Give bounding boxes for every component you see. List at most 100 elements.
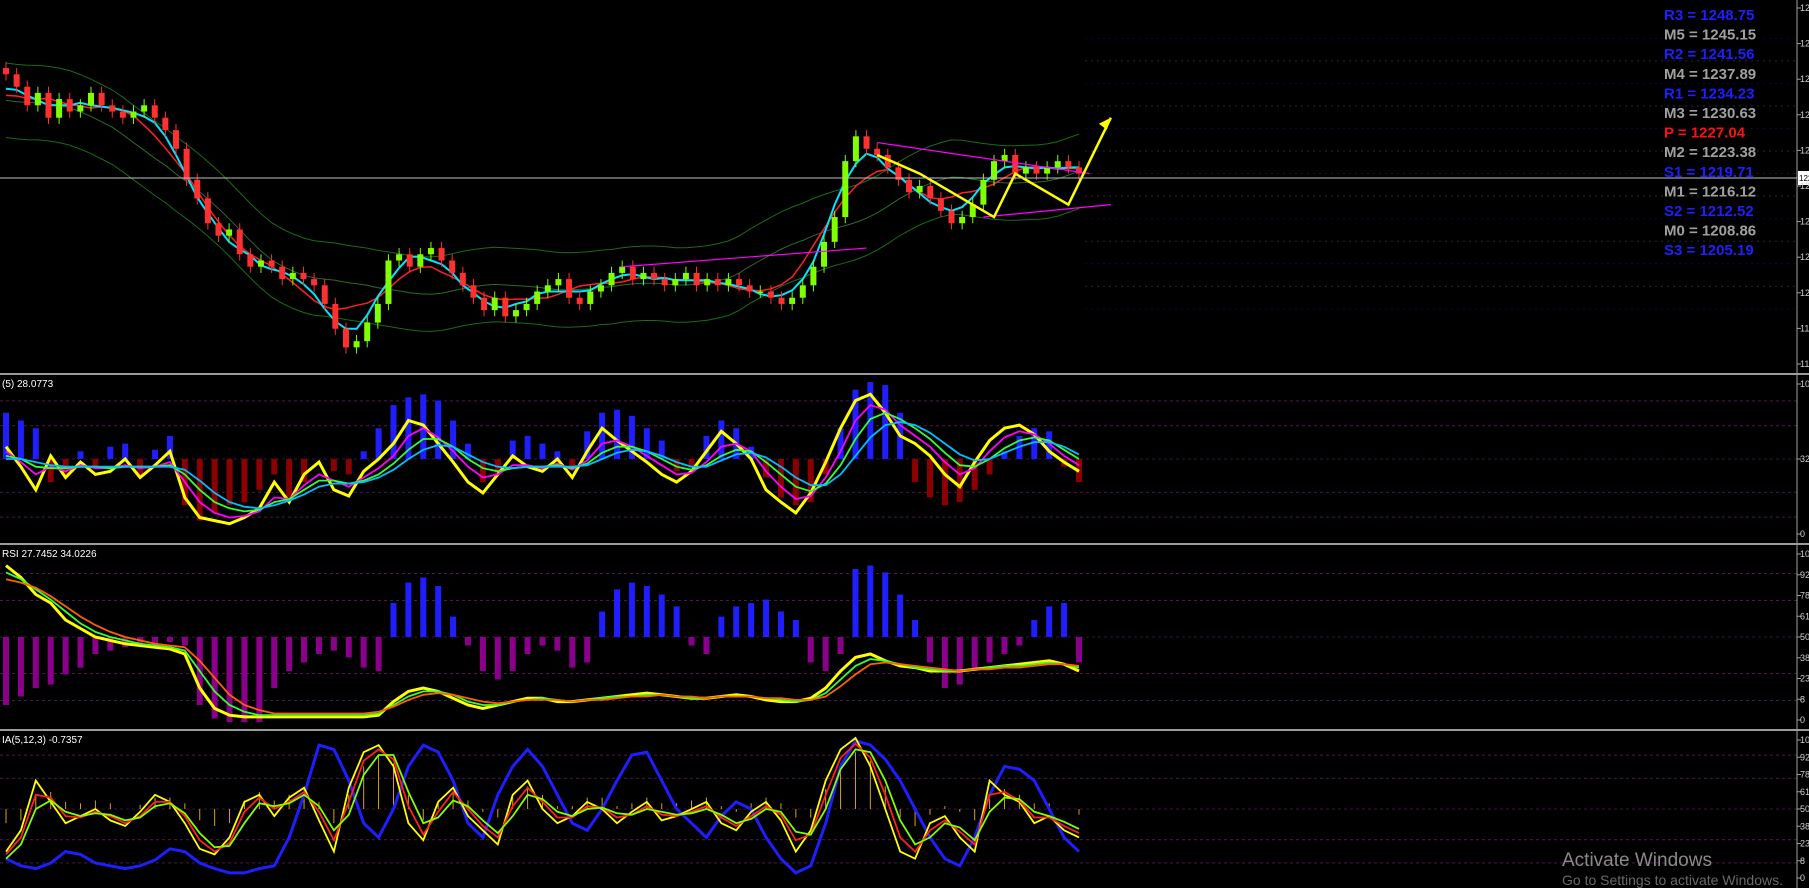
pivot-label-r3: R3 = 1248.75 xyxy=(1664,7,1755,24)
candle-body xyxy=(959,217,966,224)
axis-tick-label: 92 xyxy=(1800,752,1809,762)
trading-chart[interactable]: 122125124123123122122121120120119118 (5)… xyxy=(0,0,1809,888)
candle-body xyxy=(353,341,360,348)
histogram-bar xyxy=(345,637,352,658)
histogram-bar xyxy=(315,637,322,654)
histogram-bar xyxy=(450,616,457,637)
histogram-bar xyxy=(867,565,874,637)
histogram-bar xyxy=(360,637,367,668)
candle-body xyxy=(640,272,647,280)
histogram-bar xyxy=(1031,620,1038,637)
candle-body xyxy=(77,105,84,112)
candle-body xyxy=(332,303,339,329)
candle-body xyxy=(183,148,190,180)
axis-tick-label: 0 xyxy=(1800,873,1805,883)
panel-title: IA(5,12,3) -0.7357 xyxy=(2,735,83,746)
axis-tick-label: 50 xyxy=(1800,632,1809,642)
candle-body xyxy=(151,105,158,118)
candle-body xyxy=(311,279,318,286)
candle-body xyxy=(172,130,179,149)
axis-tick-label: 120 xyxy=(1800,252,1809,262)
histogram-bar xyxy=(32,637,39,688)
candle-body xyxy=(300,272,307,280)
histogram-bar xyxy=(926,637,933,663)
candle-body xyxy=(279,266,286,280)
pivot-label-r1: R1 = 1234.23 xyxy=(1664,85,1755,102)
candle-body xyxy=(427,248,434,255)
histogram-bar xyxy=(899,809,901,818)
histogram-bar xyxy=(882,572,889,637)
histogram-bar xyxy=(735,809,737,812)
histogram-bar xyxy=(571,806,573,809)
candle-body xyxy=(87,92,94,106)
candle-body xyxy=(449,260,456,273)
axis-tick-label: 100 xyxy=(1800,379,1809,389)
candle-body xyxy=(247,254,254,267)
candle-body xyxy=(268,260,275,267)
axis-tick-label: 100 xyxy=(1800,549,1809,559)
candle-body xyxy=(991,161,998,180)
axis-tick-label: 122 xyxy=(1800,145,1809,155)
candle-body xyxy=(364,322,371,342)
pivot-label-m3: M3 = 1230.63 xyxy=(1664,105,1756,122)
candle-body xyxy=(1065,161,1072,168)
pivot-label-m4: M4 = 1237.89 xyxy=(1664,66,1756,83)
histogram-bar xyxy=(122,443,129,459)
candle-body xyxy=(725,279,732,286)
histogram-bar xyxy=(107,446,114,459)
candle-body xyxy=(544,285,551,292)
histogram-bar xyxy=(1001,637,1008,654)
histogram-bar xyxy=(181,637,188,646)
histogram-bar xyxy=(390,405,397,459)
candle-body xyxy=(906,179,913,193)
candle-body xyxy=(821,241,828,267)
axis-tick-label: 119 xyxy=(1800,323,1809,333)
candle-body xyxy=(56,99,63,118)
candle-body xyxy=(204,198,211,224)
histogram-bar xyxy=(271,459,278,475)
histogram-bar xyxy=(405,582,412,637)
histogram-bar xyxy=(3,637,9,705)
panel-title: RSI 27.7452 34.0226 xyxy=(2,549,97,560)
histogram-bar xyxy=(363,766,365,809)
axis-tick-label: 38.2 xyxy=(1800,821,1809,831)
histogram-bar xyxy=(464,637,471,646)
histogram-bar xyxy=(718,616,725,637)
candle-body xyxy=(651,272,658,280)
candle-body xyxy=(682,272,689,280)
histogram-bar xyxy=(375,428,382,459)
candle-body xyxy=(24,86,31,106)
activate-windows-subtitle: Go to Settings to activate Windows. xyxy=(1562,872,1783,888)
histogram-bar xyxy=(986,459,993,475)
candle-body xyxy=(948,210,955,224)
axis-tick-label: 0 xyxy=(1800,715,1805,725)
histogram-bar xyxy=(139,804,141,809)
candle-body xyxy=(619,266,626,273)
histogram-bar xyxy=(241,459,248,503)
axis-tick-label: 61.8 xyxy=(1800,787,1809,797)
histogram-bar xyxy=(65,801,67,809)
histogram-bar xyxy=(852,569,859,637)
pivot-label-s2: S2 = 1212.52 xyxy=(1664,203,1754,220)
candle-body xyxy=(119,111,126,118)
candle-body xyxy=(789,297,796,304)
histogram-bar xyxy=(897,594,904,637)
histogram-bar xyxy=(777,611,784,637)
histogram-bar xyxy=(497,809,499,818)
candle-body xyxy=(937,198,944,211)
histogram-bar xyxy=(152,449,159,459)
histogram-bar xyxy=(971,637,978,671)
histogram-bar xyxy=(80,803,82,809)
axis-tick-label: 121 xyxy=(1800,217,1809,227)
histogram-bar xyxy=(479,637,486,671)
histogram-bar xyxy=(733,606,740,637)
histogram-bar xyxy=(330,459,337,472)
histogram-bar xyxy=(226,637,233,722)
histogram-bar xyxy=(673,606,680,637)
histogram-bar xyxy=(420,577,427,637)
candle-body xyxy=(194,179,201,199)
histogram-bar xyxy=(584,637,591,663)
histogram-bar xyxy=(32,428,39,459)
histogram-bar xyxy=(94,800,96,809)
histogram-bar xyxy=(539,443,546,459)
